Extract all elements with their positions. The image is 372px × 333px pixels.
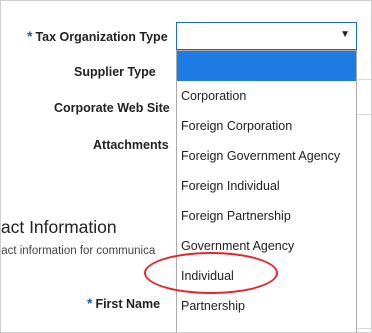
contact-information-subtitle: tact information for communica <box>0 245 156 257</box>
dropdown-option[interactable]: Partnership <box>177 291 356 321</box>
dropdown-option[interactable]: Foreign Partnership <box>177 201 356 231</box>
annotation-circle <box>144 252 278 294</box>
attachments-label: Attachments <box>93 138 169 152</box>
corporate-web-site-label: Corporate Web Site <box>54 101 170 115</box>
tax-organization-type-label: * Tax Organization Type <box>27 28 168 44</box>
caret-down-icon: ▼ <box>340 29 350 40</box>
dropdown-option[interactable]: Foreign Individual <box>177 171 356 201</box>
tax-organization-type-select[interactable]: ▼ <box>176 22 357 50</box>
first-name-label: * First Name <box>87 295 160 311</box>
required-asterisk: * <box>27 28 33 44</box>
required-asterisk: * <box>87 295 93 311</box>
contact-information-heading: tact Information <box>0 217 117 237</box>
form-frame: * Tax Organization Type ▼ Supplier Type C… <box>0 0 372 333</box>
supplier-type-label: Supplier Type <box>74 65 156 79</box>
first-name-label-text: First Name <box>95 297 161 311</box>
dropdown-option[interactable]: Foreign Government Agency <box>177 141 356 171</box>
dropdown-highlighted-empty-option[interactable] <box>177 51 356 81</box>
tax-organization-type-label-text: Tax Organization Type <box>35 30 168 44</box>
dropdown-option[interactable]: Corporation <box>177 81 356 111</box>
dropdown-option[interactable]: Foreign Corporation <box>177 111 356 141</box>
